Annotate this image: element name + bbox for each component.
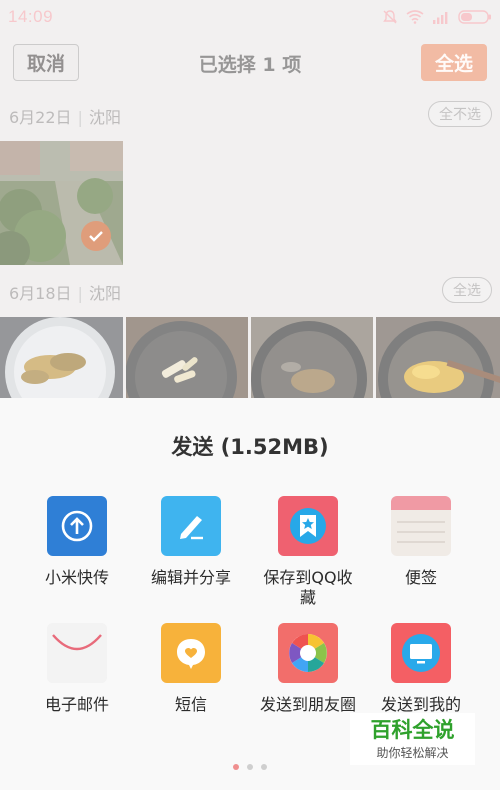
share-item-qq-favorites[interactable]: 保存到QQ收藏 xyxy=(253,496,363,608)
moments-icon xyxy=(278,623,338,683)
share-item-label: 便签 xyxy=(404,568,437,587)
page-dot-active[interactable] xyxy=(233,764,239,770)
my-computer-icon xyxy=(391,623,451,683)
share-item-my-computer[interactable]: 发送到我的 xyxy=(366,623,476,715)
share-item-label: 短信 xyxy=(174,695,207,714)
share-item-notes[interactable]: 便签 xyxy=(366,496,476,588)
share-item-sms[interactable]: 短信 xyxy=(136,623,246,715)
page-dot[interactable] xyxy=(261,764,267,770)
share-item-label: 发送到朋友圈 xyxy=(259,695,356,714)
sms-icon xyxy=(161,623,221,683)
share-item-label: 小米快传 xyxy=(44,568,109,587)
share-item-edit-share[interactable]: 编辑并分享 xyxy=(136,496,246,588)
share-item-label: 电子邮件 xyxy=(44,695,109,714)
email-icon xyxy=(47,623,107,683)
share-item-mi-drop[interactable]: 小米快传 xyxy=(22,496,132,588)
mi-drop-icon xyxy=(47,496,107,556)
share-item-email[interactable]: 电子邮件 xyxy=(22,623,132,715)
share-sheet-title: 发送 (1.52MB) xyxy=(171,435,329,459)
watermark-subtitle: 助你轻松解决 xyxy=(376,745,449,760)
edit-share-icon xyxy=(161,496,221,556)
share-item-label: 编辑并分享 xyxy=(150,568,231,587)
page-dot[interactable] xyxy=(247,764,253,770)
share-item-label: 发送到我的 xyxy=(380,695,461,714)
notes-icon xyxy=(391,496,451,556)
watermark-title: 百科全说 xyxy=(370,717,455,742)
dim-overlay xyxy=(0,0,500,398)
share-item-label: 保存到QQ收藏 xyxy=(263,568,353,607)
qq-favorites-icon xyxy=(278,496,338,556)
share-item-moments[interactable]: 发送到朋友圈 xyxy=(253,623,363,715)
watermark-logo: 百科全说 助你轻松解决 xyxy=(350,713,475,765)
gallery-background: 14:09 取消 已选择 1 项 全选 6月22日 | 沈阳 全不选 6月18日… xyxy=(0,0,500,398)
